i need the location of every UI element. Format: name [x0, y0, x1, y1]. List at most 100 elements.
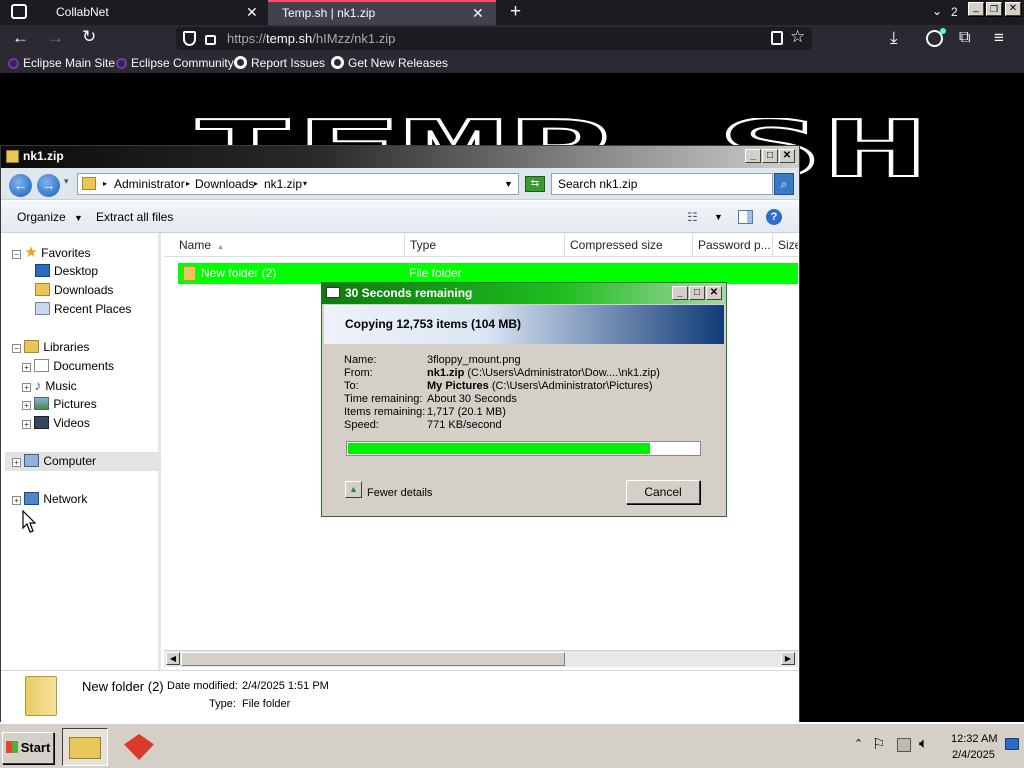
search-icon[interactable]: ⌕ — [774, 173, 794, 195]
start-button[interactable]: Start — [2, 732, 54, 764]
breadcrumb-sep-icon[interactable]: ▾ — [303, 174, 307, 194]
nav-computer[interactable]: + Computer — [5, 452, 161, 471]
column-password-protected[interactable]: Password p... — [693, 233, 773, 257]
explorer-minimize-button[interactable]: _ — [745, 149, 761, 163]
expand-icon[interactable]: + — [12, 458, 21, 467]
view-options-icon[interactable]: ☷ — [687, 201, 698, 233]
expand-icon[interactable]: + — [12, 496, 21, 505]
tab-temp-sh[interactable]: Temp.sh | nk1.zip ✕ — [268, 0, 496, 25]
recent-pages-chevron-icon[interactable]: ▾ — [64, 176, 69, 187]
to-destination[interactable]: My Pictures — [427, 380, 489, 392]
url-bar[interactable]: https://temp.sh/hIMzz/nk1.zip ☆ — [176, 27, 812, 50]
scroll-right-icon[interactable]: ▶ — [781, 652, 795, 665]
expand-icon[interactable]: + — [22, 383, 31, 392]
column-compressed-size[interactable]: Compressed size — [565, 233, 693, 257]
nav-network[interactable]: + Network — [12, 490, 87, 509]
new-tab-icon[interactable]: + — [510, 1, 521, 23]
downloads-icon[interactable]: ⤓ — [890, 28, 898, 48]
tab-overflow-chevron-icon[interactable]: ⌄ — [932, 4, 942, 18]
column-size[interactable]: Size — [773, 233, 798, 257]
fewer-details-button[interactable]: ▲ — [345, 481, 362, 498]
breadcrumb-item[interactable]: Administrator — [114, 174, 185, 194]
menu-icon[interactable]: ≡ — [994, 28, 1004, 48]
nav-documents[interactable]: + Documents — [22, 357, 114, 376]
breadcrumb[interactable]: ▸ Administrator ▸ Downloads ▸ nk1.zip ▾ … — [77, 173, 519, 195]
action-center-flag-icon[interactable]: ⚐ — [872, 735, 885, 753]
nav-libraries[interactable]: − Libraries — [12, 338, 89, 357]
column-name[interactable]: Name ▲ — [174, 233, 405, 257]
fewer-details-label[interactable]: Fewer details — [367, 487, 432, 499]
forward-button[interactable]: → — [37, 174, 60, 197]
nav-music[interactable]: + ♪ Music — [22, 376, 77, 395]
nav-videos[interactable]: + Videos — [22, 414, 90, 433]
dialog-maximize-button[interactable]: □ — [689, 286, 705, 300]
horizontal-scrollbar[interactable]: ◀ ▶ — [164, 650, 798, 667]
restore-browser-button[interactable]: ❐ — [986, 2, 1002, 16]
show-hidden-icons-icon[interactable]: ⌃ — [854, 737, 863, 750]
scroll-left-icon[interactable]: ◀ — [166, 652, 180, 665]
nav-downloads[interactable]: Downloads — [35, 281, 113, 300]
show-desktop-icon[interactable] — [1005, 738, 1019, 750]
taskbar-app-button[interactable] — [116, 728, 162, 766]
breadcrumb-item[interactable]: Downloads — [195, 174, 254, 194]
explorer-title-bar[interactable]: nk1.zip _ □ ✕ — [1, 146, 799, 168]
forward-arrow-icon[interactable]: → — [47, 28, 64, 48]
explorer-maximize-button[interactable]: □ — [762, 149, 778, 163]
back-arrow-icon[interactable]: ← — [12, 28, 29, 48]
dialog-title-bar[interactable]: 30 Seconds remaining _ □ ✕ — [322, 283, 726, 304]
reader-view-icon[interactable] — [771, 31, 783, 45]
address-dropdown-icon[interactable]: ▼ — [504, 174, 513, 194]
scrollbar-thumb[interactable] — [181, 652, 565, 666]
breadcrumb-sep-icon[interactable]: ▸ — [254, 174, 258, 194]
nav-pictures[interactable]: + Pictures — [22, 395, 97, 414]
extract-all-button[interactable]: Extract all files — [96, 201, 173, 233]
explorer-close-button[interactable]: ✕ — [779, 149, 795, 163]
collapse-icon[interactable]: − — [12, 250, 21, 259]
bookmark-eclipse-main-site[interactable]: Eclipse Main Site — [8, 55, 115, 71]
network-status-icon[interactable] — [897, 738, 911, 752]
breadcrumb-sep-icon[interactable]: ▸ — [103, 174, 107, 194]
expand-icon[interactable]: + — [22, 420, 31, 429]
clock-time[interactable]: 12:32 AM — [951, 733, 997, 745]
expand-icon[interactable]: + — [22, 363, 31, 372]
breadcrumb-item[interactable]: nk1.zip — [264, 174, 302, 194]
close-tab-icon[interactable]: ✕ — [246, 0, 258, 25]
view-chevron-down-icon[interactable]: ▼ — [714, 201, 723, 233]
dialog-minimize-button[interactable]: _ — [672, 286, 688, 300]
dialog-close-button[interactable]: ✕ — [706, 286, 722, 300]
help-icon[interactable]: ? — [766, 209, 782, 225]
search-input[interactable]: Search nk1.zip — [551, 173, 773, 195]
close-browser-button[interactable]: ✕ — [1005, 2, 1021, 16]
shield-icon[interactable] — [183, 31, 196, 46]
volume-icon[interactable]: 🔈︎ — [919, 735, 928, 752]
nav-recent-places[interactable]: Recent Places — [35, 300, 131, 319]
refresh-button[interactable]: ⇆ — [525, 176, 545, 192]
tab-collabnet[interactable]: CollabNet ✕ — [46, 0, 268, 25]
bookmark-star-icon[interactable]: ☆ — [790, 27, 805, 47]
extensions-icon[interactable]: ⧉ — [959, 28, 970, 48]
nav-desktop[interactable]: Desktop — [35, 262, 98, 281]
table-row[interactable]: New folder (2) File folder — [178, 263, 798, 284]
bookmark-get-new-releases[interactable]: Get New Releases — [331, 55, 448, 71]
expand-icon[interactable]: + — [22, 401, 31, 410]
collapse-icon[interactable]: − — [12, 344, 21, 353]
lock-icon[interactable] — [205, 35, 216, 45]
clock-date[interactable]: 2/4/2025 — [952, 749, 995, 761]
url-prefix: https:// — [227, 31, 267, 46]
breadcrumb-sep-icon[interactable]: ▸ — [186, 174, 190, 194]
url-text[interactable]: https://temp.sh/hIMzz/nk1.zip — [227, 31, 395, 46]
from-source[interactable]: nk1.zip — [427, 367, 464, 379]
reload-icon[interactable]: ↻ — [82, 27, 96, 47]
bookmark-eclipse-community[interactable]: Eclipse Community — [116, 55, 234, 71]
close-tab-icon[interactable]: ✕ — [472, 2, 484, 24]
nav-favorites[interactable]: − ★ Favorites — [12, 243, 91, 262]
preview-pane-icon[interactable] — [738, 210, 753, 224]
minimize-browser-button[interactable]: _ — [968, 2, 984, 16]
bookmark-report-issues[interactable]: Report Issues — [234, 55, 325, 71]
organize-button[interactable]: Organize ▼ — [17, 201, 83, 234]
back-button[interactable]: ← — [9, 174, 32, 197]
cancel-button[interactable]: Cancel — [626, 480, 700, 504]
column-type[interactable]: Type — [405, 233, 565, 257]
taskbar-explorer-button[interactable] — [62, 728, 108, 766]
tab-list-icon[interactable] — [11, 4, 27, 19]
